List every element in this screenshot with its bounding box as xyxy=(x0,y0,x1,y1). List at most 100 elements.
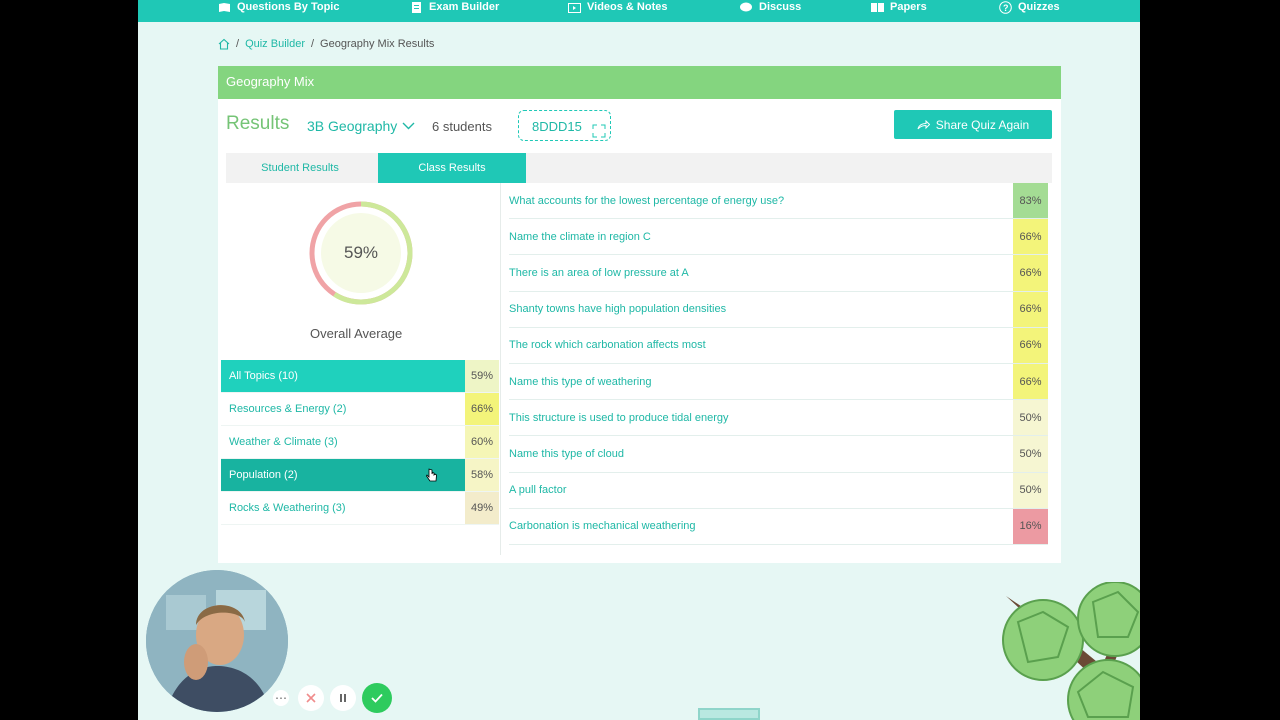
webcam-overlay xyxy=(146,570,288,712)
nav-questions-by-topic[interactable]: Questions By Topic xyxy=(218,0,339,14)
question-row[interactable]: Carbonation is mechanical weathering 16% xyxy=(509,508,1048,545)
question-text: There is an area of low pressure at A xyxy=(509,266,689,279)
nav-label: Papers xyxy=(890,1,927,13)
share-icon xyxy=(917,119,930,129)
topic-list: All Topics (10) 59% Resources & Energy (… xyxy=(221,360,499,525)
svg-text:?: ? xyxy=(1003,3,1009,13)
check-icon xyxy=(371,693,383,703)
question-text: Shanty towns have high population densit… xyxy=(509,303,727,316)
decorative-shape xyxy=(698,708,760,720)
nav-videos-notes[interactable]: Videos & Notes xyxy=(568,0,668,14)
topic-item-rocks-weathering[interactable]: Rocks & Weathering (3) 49% xyxy=(221,492,499,525)
topic-item-population[interactable]: Population (2) 58% xyxy=(221,459,499,492)
question-text: Carbonation is mechanical weathering xyxy=(509,520,696,533)
breadcrumb-quiz-builder[interactable]: Quiz Builder xyxy=(245,38,305,50)
question-row[interactable]: The rock which carbonation affects most 6… xyxy=(509,327,1048,364)
close-icon xyxy=(306,693,316,703)
question-row[interactable]: This structure is used to produce tidal … xyxy=(509,400,1048,437)
book-icon xyxy=(219,2,230,12)
page: Questions By Topic Exam Builder Videos &… xyxy=(138,0,1140,720)
question-score: 83% xyxy=(1013,183,1048,219)
document-icon xyxy=(412,1,421,13)
topic-name: Resources & Energy (2) xyxy=(229,403,347,415)
quiz-title: Geography Mix xyxy=(226,74,315,89)
question-row[interactable]: There is an area of low pressure at A 66% xyxy=(509,255,1048,292)
overall-average-donut: 59% xyxy=(308,200,414,306)
question-score: 66% xyxy=(1013,291,1048,327)
nav-label: Exam Builder xyxy=(429,1,500,13)
question-row[interactable]: Shanty towns have high population densit… xyxy=(509,291,1048,328)
class-select[interactable]: 3B Geography xyxy=(307,118,415,134)
presenter-avatar xyxy=(146,570,288,712)
share-quiz-again-button[interactable]: Share Quiz Again xyxy=(894,110,1052,139)
question-text: Name the climate in region C xyxy=(509,230,651,243)
question-row[interactable]: A pull factor 50% xyxy=(509,472,1048,509)
question-text: A pull factor xyxy=(509,484,567,497)
share-button-label: Share Quiz Again xyxy=(935,117,1030,132)
cancel-recording-button[interactable] xyxy=(298,685,324,711)
quiz-title-bar: Geography Mix xyxy=(218,66,1061,99)
topic-score: 59% xyxy=(465,360,499,392)
question-text: Name this type of weathering xyxy=(509,375,652,388)
class-select-value: 3B Geography xyxy=(307,118,398,134)
nav-quizzes[interactable]: ? Quizzes xyxy=(999,0,1060,14)
topic-item-all-topics[interactable]: All Topics (10) 59% xyxy=(221,360,499,393)
expand-icon[interactable] xyxy=(592,124,606,138)
question-row[interactable]: Name the climate in region C 66% xyxy=(509,219,1048,256)
question-score: 66% xyxy=(1013,363,1048,400)
chevron-down-icon xyxy=(402,122,415,130)
breadcrumb-separator: / xyxy=(236,38,240,50)
topic-name: All Topics (10) xyxy=(221,360,465,392)
topic-score: 66% xyxy=(465,393,499,425)
results-card: Results 3B Geography 6 students 8DDD15 S… xyxy=(218,99,1061,563)
tab-student-results[interactable]: Student Results xyxy=(226,153,374,183)
question-score: 66% xyxy=(1013,327,1048,363)
results-heading: Results xyxy=(226,113,290,134)
nav-label: Quizzes xyxy=(1018,1,1060,13)
question-text: The rock which carbonation affects most xyxy=(509,339,706,352)
pause-icon xyxy=(340,694,346,702)
overall-average-label: Overall Average xyxy=(310,326,403,341)
nav-label: Discuss xyxy=(759,1,802,13)
column-divider xyxy=(500,183,501,555)
mouse-pointer-icon xyxy=(426,468,437,482)
question-row[interactable]: Name this type of cloud 50% xyxy=(509,436,1048,473)
home-icon[interactable] xyxy=(218,38,230,50)
topic-item-resources-energy[interactable]: Resources & Energy (2) 66% xyxy=(221,393,499,426)
breadcrumb-current: Geography Mix Results xyxy=(320,38,435,50)
question-score: 66% xyxy=(1013,219,1048,255)
chat-icon xyxy=(740,2,752,11)
finish-recording-button[interactable] xyxy=(362,683,392,713)
nav-exam-builder[interactable]: Exam Builder xyxy=(410,0,499,14)
question-text: What accounts for the lowest percentage … xyxy=(509,194,785,207)
topic-name: Rocks & Weathering (3) xyxy=(229,502,346,514)
breadcrumb-separator: / xyxy=(310,38,315,50)
results-tabs: Student Results Class Results xyxy=(226,153,1052,183)
question-row[interactable]: Name this type of weathering 66% xyxy=(509,363,1048,401)
more-options-button[interactable]: ⋯ xyxy=(273,690,289,706)
nav-discuss[interactable]: Discuss xyxy=(740,0,801,14)
question-score: 66% xyxy=(1013,255,1048,291)
question-row[interactable]: What accounts for the lowest percentage … xyxy=(509,183,1048,220)
topic-score: 58% xyxy=(465,459,499,491)
video-icon xyxy=(568,2,581,13)
tab-class-results[interactable]: Class Results xyxy=(378,153,526,183)
topic-name: Weather & Climate (3) xyxy=(229,436,338,448)
question-list: What accounts for the lowest percentage … xyxy=(509,183,1048,545)
nav-label: Videos & Notes xyxy=(587,1,668,13)
nav-papers[interactable]: Papers xyxy=(871,0,927,14)
question-score: 16% xyxy=(1013,508,1048,544)
decorative-tree-illustration xyxy=(1002,582,1140,720)
question-text: This structure is used to produce tidal … xyxy=(509,411,729,424)
nav-label: Questions By Topic xyxy=(237,1,340,13)
overall-average-value: 59% xyxy=(343,243,379,262)
top-navigation: Questions By Topic Exam Builder Videos &… xyxy=(138,0,1140,22)
question-score: 50% xyxy=(1013,436,1048,472)
quiz-code-box[interactable]: 8DDD15 xyxy=(518,110,611,141)
question-score: 50% xyxy=(1013,400,1048,436)
pause-recording-button[interactable] xyxy=(330,685,356,711)
topic-item-weather-climate[interactable]: Weather & Climate (3) 60% xyxy=(221,426,499,459)
breadcrumb: / Quiz Builder / Geography Mix Results xyxy=(218,38,434,50)
papers-icon xyxy=(871,2,884,12)
more-icon: ⋯ xyxy=(275,691,287,705)
